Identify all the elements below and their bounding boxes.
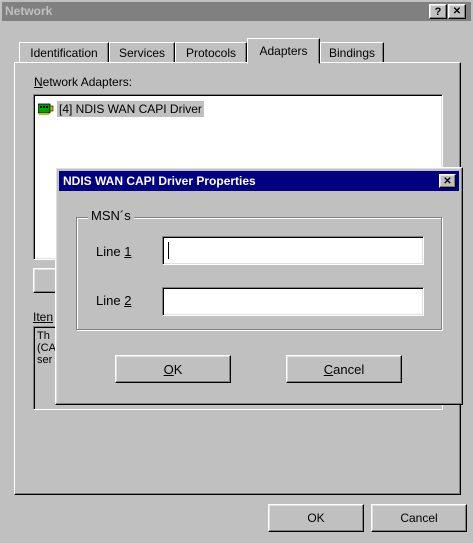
close-icon: ✕ (452, 6, 462, 17)
dialog-cancel-label-rest: ancel (333, 361, 365, 377)
cancel-button[interactable]: Cancel (371, 504, 467, 532)
line1-label-text: Line (96, 244, 125, 259)
tab-protocols-label: Protocols (185, 45, 237, 60)
dialog-ok-label-rest: K (173, 361, 183, 377)
line2-label-accelerator: 2 (124, 293, 132, 308)
item-notes-line: (CA (37, 342, 56, 354)
adapter-item-label: [4] NDIS WAN CAPI Driver (57, 101, 204, 117)
msn-group-label: MSN´s (88, 208, 134, 223)
dialog-close-button[interactable]: ✕ (439, 174, 456, 188)
line2-label-text: Line (96, 293, 125, 308)
item-notes-line: Th (37, 330, 50, 342)
help-icon: ? (434, 5, 442, 18)
tab-services[interactable]: Services (109, 42, 175, 62)
text-cursor (168, 242, 169, 259)
properties-dialog: NDIS WAN CAPI Driver Properties ✕ MSN´s … (55, 167, 463, 405)
adapters-label-rest: etwork Adapters: (42, 75, 133, 89)
dialog-ok-accelerator: O (163, 361, 174, 377)
item-notes-label-text: Iten (33, 310, 54, 324)
list-item[interactable]: [4] NDIS WAN CAPI Driver (37, 100, 204, 118)
network-adapters-label: Network Adapters: (34, 75, 132, 89)
line1-input[interactable] (162, 236, 424, 265)
window-title: Network (5, 4, 53, 18)
tab-adapters[interactable]: Adapters (247, 38, 320, 64)
adapters-label-accelerator: N (34, 75, 43, 89)
help-button[interactable]: ? (429, 4, 447, 19)
dialog-cancel-button[interactable]: Cancel (286, 355, 402, 383)
window-title-bar[interactable]: Network ? ✕ (2, 2, 471, 21)
network-card-icon (37, 103, 54, 115)
line2-label: Line 2 (96, 293, 131, 308)
item-notes-label: Iten (33, 310, 53, 324)
tab-identification[interactable]: Identification (19, 42, 109, 62)
dialog-title-bar[interactable]: NDIS WAN CAPI Driver Properties ✕ (59, 171, 459, 191)
tab-adapters-label: Adapters (259, 44, 308, 58)
tab-bindings-label: Bindings (328, 45, 376, 60)
line2-input[interactable] (162, 287, 424, 316)
close-icon: ✕ (443, 175, 452, 187)
line1-label: Line 1 (96, 244, 131, 259)
tab-services-label: Services (118, 45, 165, 60)
cancel-button-label: Cancel (400, 511, 438, 525)
dialog-ok-button[interactable]: OK (115, 355, 231, 383)
dialog-cancel-accelerator: C (323, 361, 334, 377)
ok-button[interactable]: OK (268, 504, 364, 532)
dialog-title: NDIS WAN CAPI Driver Properties (63, 174, 256, 188)
ok-button-label: OK (307, 511, 325, 525)
tab-bindings[interactable]: Bindings (320, 42, 384, 62)
tab-identification-label: Identification (30, 45, 98, 60)
line1-label-accelerator: 1 (124, 244, 132, 259)
item-notes-line: ser (37, 354, 53, 366)
window-close-button[interactable]: ✕ (448, 4, 466, 19)
tab-protocols[interactable]: Protocols (175, 42, 247, 62)
